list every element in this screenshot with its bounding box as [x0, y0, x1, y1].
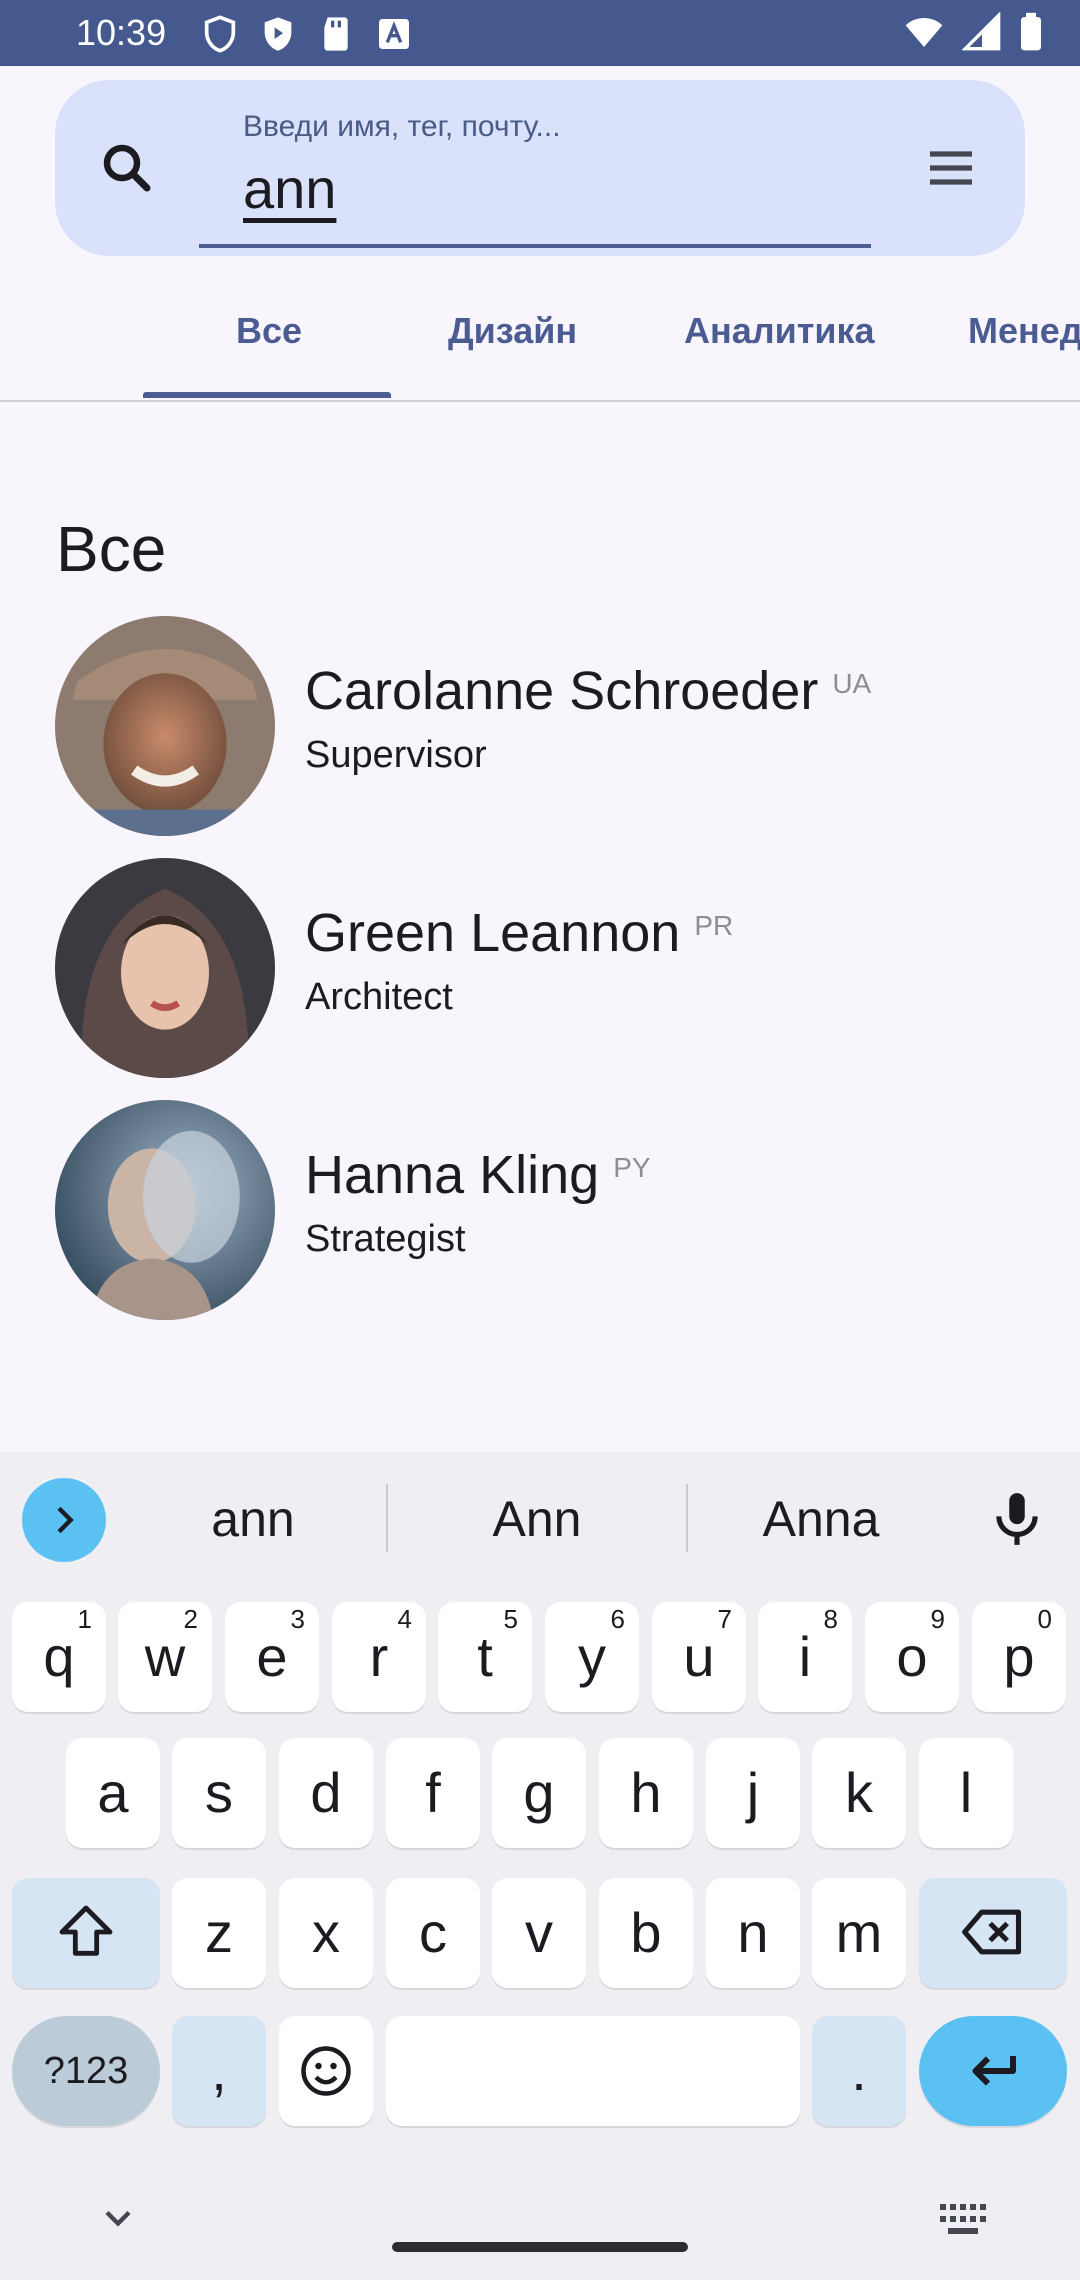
battery-icon	[1021, 12, 1041, 51]
sd-card-icon	[324, 17, 348, 51]
tab-design[interactable]: Дизайн	[448, 310, 577, 352]
key-y[interactable]: y6	[545, 1602, 639, 1712]
key-k[interactable]: k	[812, 1738, 906, 1848]
status-time: 10:39	[76, 12, 167, 53]
key-x[interactable]: x	[279, 1878, 373, 1988]
key-n[interactable]: n	[706, 1878, 800, 1988]
enter-key[interactable]	[919, 2016, 1067, 2126]
backspace-icon	[962, 1909, 1022, 1955]
gesture-nav-handle[interactable]	[392, 2242, 688, 2252]
avatar	[55, 858, 275, 1078]
key-a[interactable]: a	[66, 1738, 160, 1848]
comma-key[interactable]: ,	[172, 2016, 266, 2126]
tab-indicator	[143, 392, 391, 398]
tab-management[interactable]: Менедж	[968, 310, 1080, 352]
person-role: Strategist	[305, 1218, 466, 1260]
key-d[interactable]: d	[279, 1738, 373, 1848]
list-item[interactable]: Green Leannon PR Architect	[55, 858, 1055, 1078]
space-key[interactable]	[386, 2016, 800, 2126]
key-g[interactable]: g	[492, 1738, 586, 1848]
section-title: Все	[56, 513, 167, 585]
backspace-key[interactable]	[919, 1878, 1067, 1988]
emoji-key[interactable]	[279, 2016, 373, 2126]
key-l[interactable]: l	[919, 1738, 1013, 1848]
person-name: Carolanne Schroeder UA	[305, 661, 872, 721]
avatar	[55, 1100, 275, 1320]
shield-play-icon	[264, 17, 292, 51]
font-a-icon	[379, 19, 409, 49]
microphone-icon[interactable]	[986, 1488, 1048, 1550]
wifi-icon	[905, 18, 943, 47]
key-p[interactable]: p0	[972, 1602, 1066, 1712]
enter-icon	[972, 2056, 1016, 2086]
on-screen-keyboard: ann Ann Anna q1 w2 e3 r4 t5 y6 u7 i8 o9 …	[0, 1452, 1080, 2280]
key-f[interactable]: f	[386, 1738, 480, 1848]
status-notifications	[200, 14, 414, 54]
keyboard-toolbar-button[interactable]	[22, 1478, 106, 1562]
country-code: UA	[832, 668, 872, 699]
suggestion-3[interactable]: Anna	[676, 1490, 966, 1548]
search-icon[interactable]	[97, 138, 157, 198]
tab-all[interactable]: Все	[236, 310, 302, 352]
key-r[interactable]: r4	[332, 1602, 426, 1712]
cell-signal-icon	[962, 12, 1001, 51]
symbols-key[interactable]: ?123	[12, 2016, 160, 2126]
key-c[interactable]: c	[386, 1878, 480, 1988]
key-w[interactable]: w2	[118, 1602, 212, 1712]
person-role: Architect	[305, 976, 453, 1018]
person-name: Green Leannon PR	[305, 903, 734, 963]
list-item[interactable]: Hanna Kling PY Strategist	[55, 1100, 1055, 1320]
shift-key[interactable]	[12, 1878, 160, 1988]
shift-icon	[59, 1905, 113, 1956]
chevron-down-icon[interactable]	[96, 2196, 140, 2240]
category-tabs: Все Дизайн Аналитика Менедж	[0, 276, 1080, 402]
chevron-right-icon	[57, 1506, 74, 1534]
key-m[interactable]: m	[812, 1878, 906, 1988]
list-item[interactable]: Carolanne Schroeder UA Supervisor	[55, 616, 1055, 836]
country-code: PR	[694, 910, 734, 941]
search-input-underline	[199, 244, 871, 248]
key-q[interactable]: q1	[12, 1602, 106, 1712]
shield-outline-icon	[204, 15, 236, 53]
suggestion-divider	[386, 1484, 388, 1552]
key-o[interactable]: o9	[865, 1602, 959, 1712]
key-i[interactable]: i8	[758, 1602, 852, 1712]
search-bar: Введи имя, тег, почту... ann	[55, 80, 1025, 256]
avatar	[55, 616, 275, 836]
key-t[interactable]: t5	[438, 1602, 532, 1712]
emoji-icon	[301, 2046, 351, 2096]
key-h[interactable]: h	[599, 1738, 693, 1848]
person-role: Supervisor	[305, 734, 487, 776]
key-v[interactable]: v	[492, 1878, 586, 1988]
status-bar: 10:39	[0, 0, 1080, 66]
keyboard-switch-icon[interactable]	[938, 2200, 986, 2240]
key-j[interactable]: j	[706, 1738, 800, 1848]
key-z[interactable]: z	[172, 1878, 266, 1988]
menu-icon[interactable]	[921, 140, 981, 196]
country-code: PY	[613, 1152, 651, 1183]
tab-analytics[interactable]: Аналитика	[684, 310, 875, 352]
key-s[interactable]: s	[172, 1738, 266, 1848]
period-key[interactable]: .	[812, 2016, 906, 2126]
status-system-icons	[902, 12, 1044, 52]
key-e[interactable]: e3	[225, 1602, 319, 1712]
suggestion-1[interactable]: ann	[108, 1490, 398, 1548]
person-name: Hanna Kling PY	[305, 1145, 651, 1205]
suggestion-2[interactable]: Ann	[392, 1490, 682, 1548]
search-input[interactable]: ann	[243, 156, 336, 221]
search-hint: Введи имя, тег, почту...	[243, 110, 561, 143]
key-b[interactable]: b	[599, 1878, 693, 1988]
key-u[interactable]: u7	[652, 1602, 746, 1712]
